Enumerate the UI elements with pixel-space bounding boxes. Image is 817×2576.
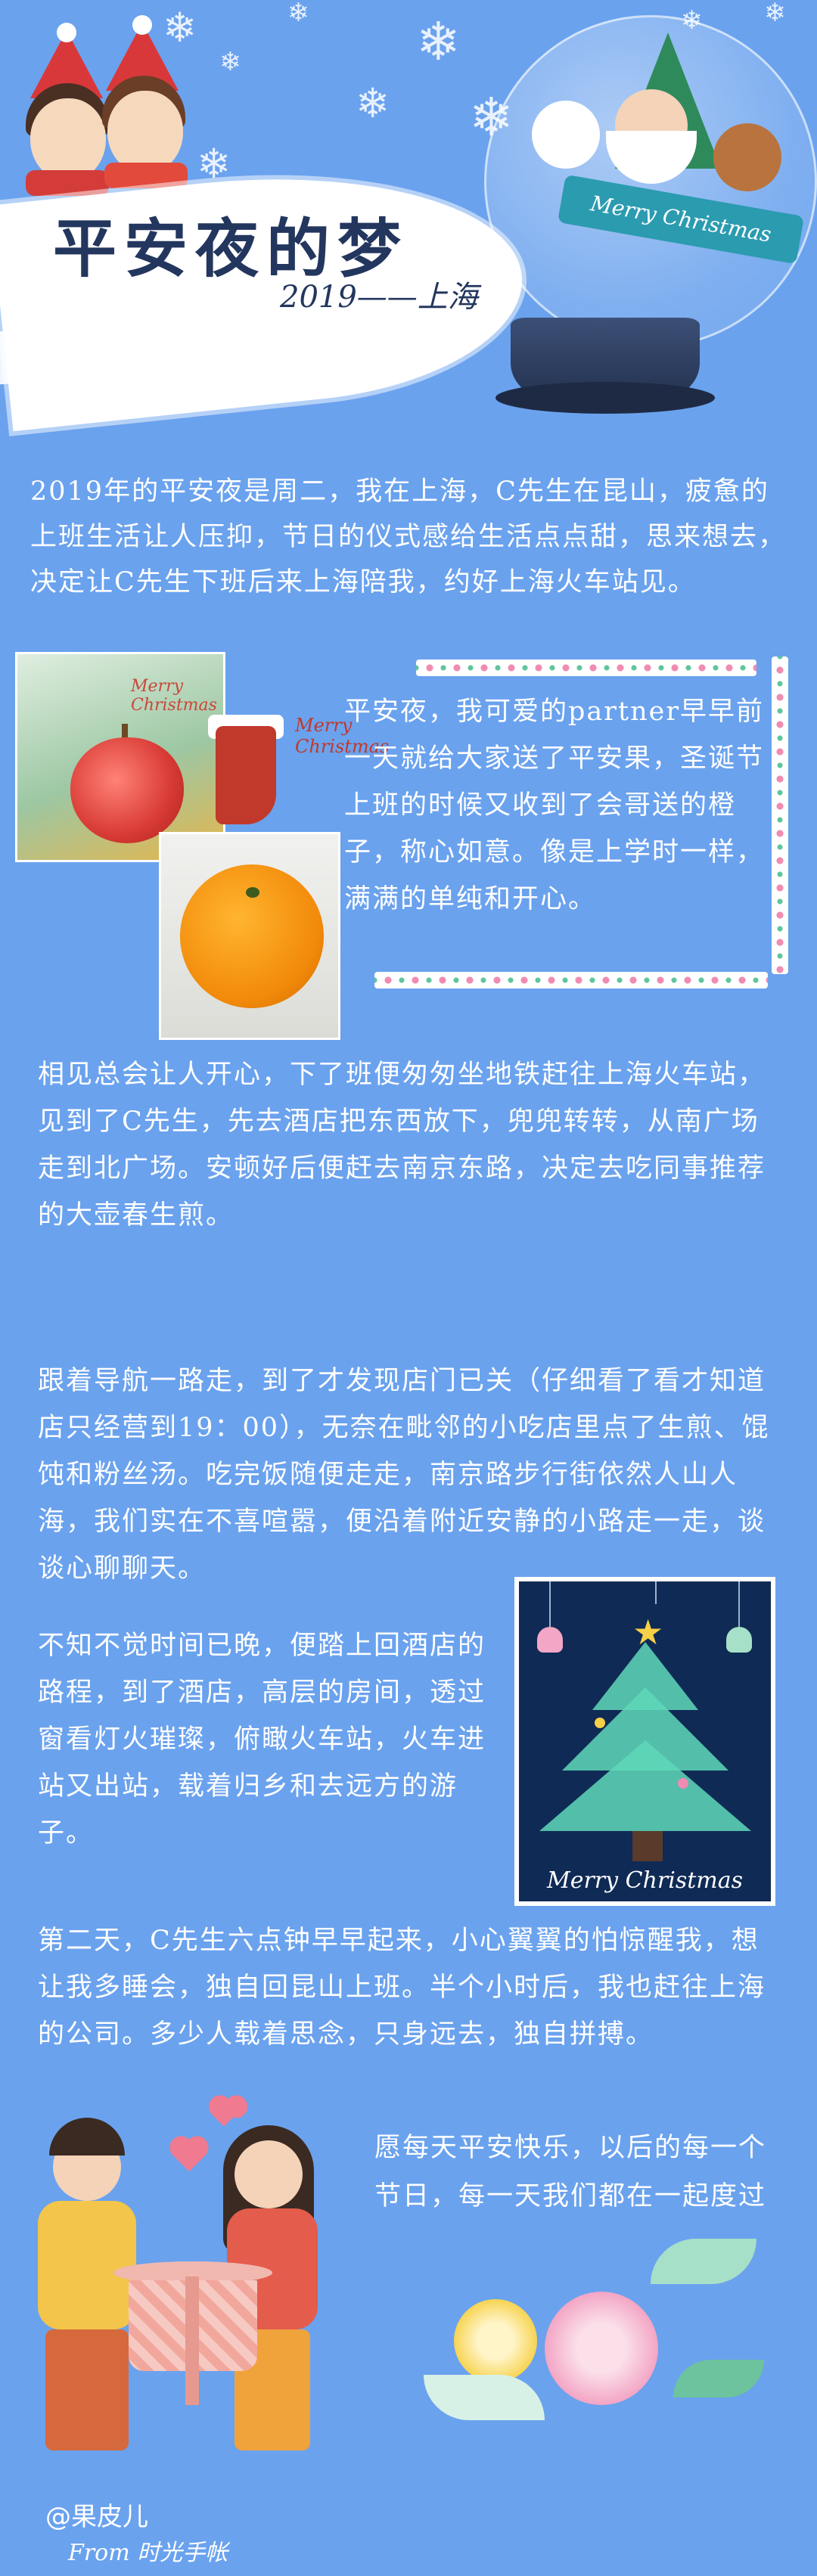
paragraph-next-day: 第二天，C先生六点钟早早起来，小心翼翼的怕惊醒我，想让我多睡会，独自回昆山上班。… — [38, 1926, 766, 2050]
journal-page: ❄ ❄ ❄ ❄ ❄ ❄ ❄ ❄ ❄ ❄ ❄ ❄ 平安夜的梦 2019——上海 M… — [0, 0, 817, 2576]
snowflake-icon: ❄ — [764, 0, 786, 28]
leaf-decoration — [424, 2375, 545, 2420]
tree-card-caption: Merry Christmas — [546, 1867, 744, 1894]
apple-photo-caption: Merry Christmas — [131, 677, 217, 715]
apple-photo: Merry Christmas — [15, 652, 225, 862]
leaf-decoration — [651, 2239, 756, 2284]
christmas-tree-card: ★ Merry Christmas — [514, 1577, 775, 1906]
source-watermark: From 时光手帐 — [68, 2540, 228, 2566]
paragraph-gifts: 平安夜，我可爱的partner早早前一天就给大家送了平安果，圣诞节上班的时候又收… — [344, 697, 765, 914]
flower-decoration — [454, 2299, 537, 2382]
paragraph-hotel: 不知不觉时间已晚，便踏上回酒店的路程，到了酒店，高层的房间，透过窗看灯火璀璨，俯… — [38, 1631, 486, 1848]
page-subtitle: 2019——上海 — [280, 280, 478, 315]
paragraph-meeting: 相见总会让人开心，下了班便匆匆坐地铁赶往上海火车站，见到了C先生，先去酒店把东西… — [38, 1060, 766, 1231]
snow-globe — [484, 15, 817, 348]
kids-illustration — [15, 15, 212, 204]
snowflake-icon: ❄ — [416, 11, 461, 73]
decorative-border-bottom — [374, 972, 768, 989]
snowflake-icon: ❄ — [287, 0, 309, 28]
decorative-border-right — [772, 656, 788, 974]
paragraph-intro: 2019年的平安夜是周二，我在上海，C先生在昆山，疲惫的上班生活让人压抑，节日的… — [30, 476, 787, 597]
orange-photo — [159, 832, 340, 1040]
leaf-decoration — [673, 2360, 764, 2398]
flower-decoration — [545, 2292, 658, 2405]
paragraph-dinner: 跟着导航一路走，到了才发现店门已关（仔细看了看才知道店只经营到19：00），无奈… — [38, 1366, 770, 1584]
stocking-icon — [216, 726, 276, 824]
decorative-border-top — [416, 660, 756, 676]
snow-globe-stand — [495, 382, 715, 414]
snowflake-icon: ❄ — [356, 79, 390, 127]
paragraph-wish: 愿每天平安快乐，以后的每一个节日，每一天我们都在一起度过 — [374, 2133, 767, 2211]
author-watermark: @果皮儿 — [45, 2502, 148, 2532]
snowflake-icon: ❄ — [219, 47, 241, 77]
table-leg — [185, 2277, 199, 2405]
